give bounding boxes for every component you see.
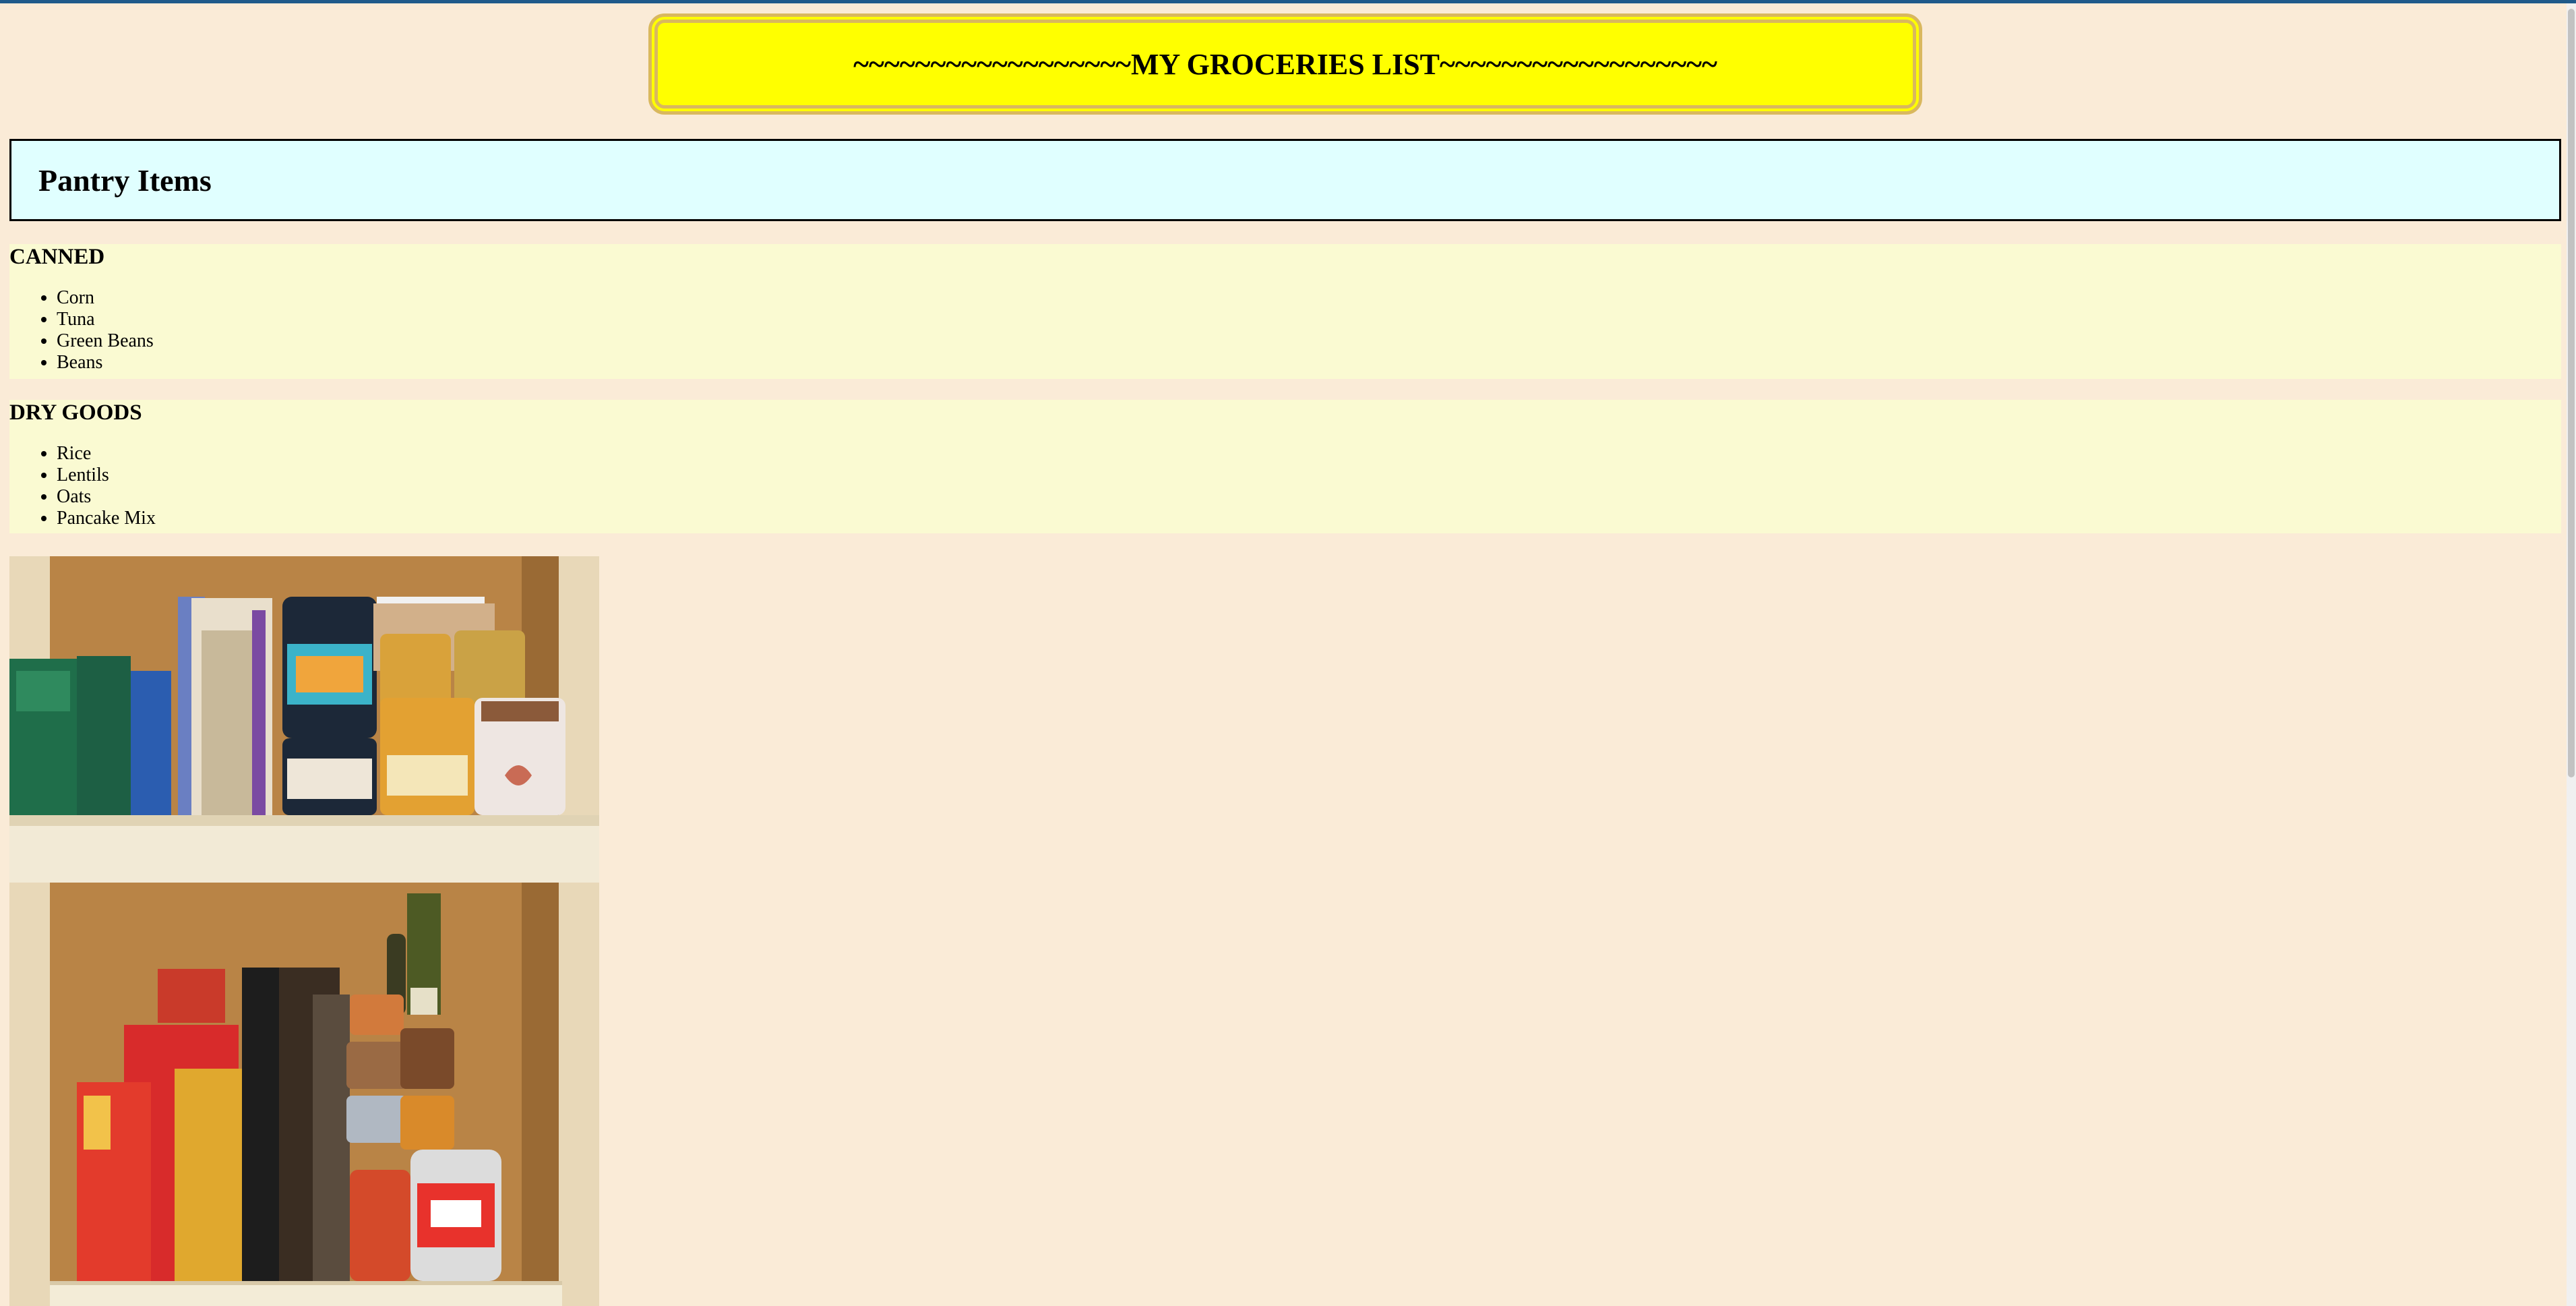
list-item: Pancake Mix [57,508,2561,529]
page-title-banner: ~~~~~~~~~~~~~~~~~~MY GROCERIES LIST~~~~~… [648,13,1922,115]
list-item: Green Beans [57,330,2561,352]
section-header: Pantry Items [9,139,2561,221]
window-top-strip [0,0,2576,3]
category-canned: CANNED Corn Tuna Green Beans Beans [9,244,2561,379]
list-item: Lentils [57,465,2561,486]
scrollbar-thumb[interactable] [2568,9,2575,777]
item-list: Rice Lentils Oats Pancake Mix [9,443,2561,529]
list-item: Oats [57,486,2561,508]
section-heading: Pantry Items [38,162,212,198]
list-item: Tuna [57,309,2561,330]
category-dry-goods: DRY GOODS Rice Lentils Oats Pancake Mix [9,400,2561,533]
item-list: Corn Tuna Green Beans Beans [9,287,2561,374]
list-item: Corn [57,287,2561,309]
page-title: ~~~~~~~~~~~~~~~~~~MY GROCERIES LIST~~~~~… [853,47,1717,81]
vertical-scrollbar[interactable] [2567,3,2576,1306]
list-item: Rice [57,443,2561,465]
category-heading: CANNED [9,245,105,269]
list-item: Beans [57,352,2561,374]
pantry-photo [9,556,599,1306]
category-heading: DRY GOODS [9,400,142,425]
pantry-shelves-image [9,556,599,1306]
